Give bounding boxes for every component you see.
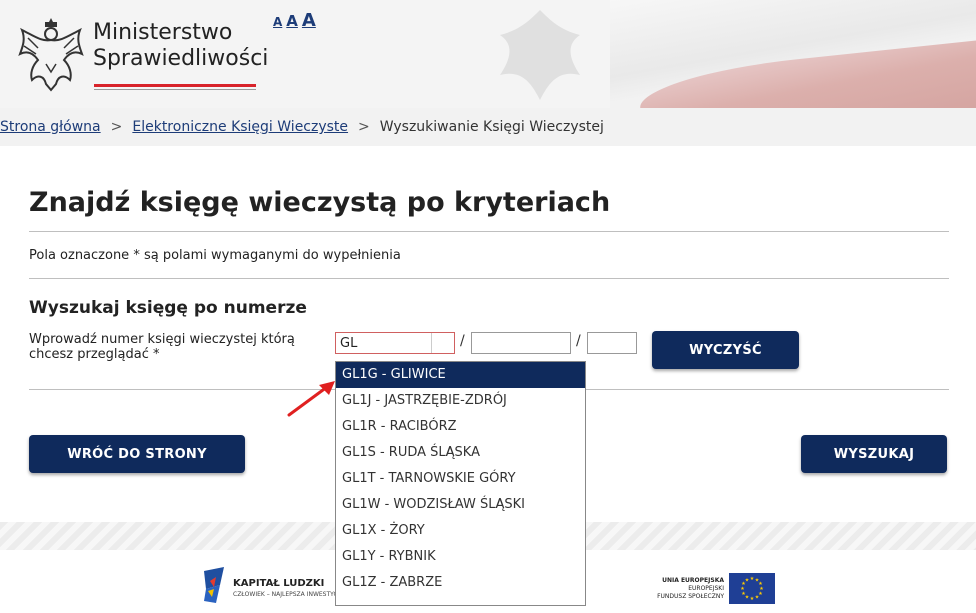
breadcrumb: Strona główna > Elektroniczne Księgi Wiecz… bbox=[0, 108, 976, 146]
annotation-arrow-icon bbox=[287, 381, 335, 417]
eu-text: UNIA EUROPEJSKA EUROPEJSKI FUNDUSZ SPOŁE… bbox=[646, 577, 724, 601]
list-item[interactable]: GL1S - RUDA ŚLĄSKA bbox=[336, 440, 585, 466]
book-number-input[interactable] bbox=[471, 332, 571, 354]
breadcrumb-separator-icon: > bbox=[110, 119, 123, 135]
list-item[interactable]: GL1J - JASTRZĘBIE-ZDRÓJ bbox=[336, 388, 585, 414]
list-item[interactable]: GL1T - TARNOWSKIE GÓRY bbox=[336, 466, 585, 492]
polish-eagle-icon[interactable] bbox=[16, 14, 86, 92]
court-autocomplete-list[interactable]: GL1G - GLIWICE GL1J - JASTRZĘBIE-ZDRÓJ G… bbox=[335, 361, 586, 606]
clear-button[interactable]: WYCZYŚĆ bbox=[652, 331, 799, 369]
court-code-value: GL bbox=[340, 336, 358, 351]
book-number-label: Wprowadź numer księgi wieczystej którą c… bbox=[29, 332, 295, 362]
kapital-ludzki-logo-icon bbox=[204, 567, 224, 603]
ministry-red-line bbox=[94, 84, 256, 87]
list-item[interactable]: GL1X - ŻORY bbox=[336, 518, 585, 544]
back-to-home-button[interactable]: WRÓĆ DO STRONY GŁÓWNEJ bbox=[29, 435, 245, 500]
breadcrumb-separator-icon: > bbox=[358, 119, 370, 135]
check-digit-input[interactable] bbox=[587, 332, 637, 354]
svg-text:★: ★ bbox=[745, 578, 750, 584]
court-code-input[interactable]: GL bbox=[335, 332, 455, 354]
font-size-small-link[interactable]: A bbox=[273, 15, 282, 29]
list-item[interactable]: GL1W - WODZISŁAW ŚLĄSKI bbox=[336, 492, 585, 518]
ministry-name-line2: Sprawiedliwości bbox=[93, 46, 269, 71]
input-separator bbox=[431, 333, 432, 353]
eu-line2: EUROPEJSKI bbox=[688, 585, 724, 592]
list-item[interactable]: GL1Y - RYBNIK bbox=[336, 544, 585, 570]
list-item[interactable]: GL1G - GLIWICE bbox=[336, 362, 585, 388]
eagle-watermark-icon bbox=[500, 10, 580, 100]
page-title: Znajdź księgę wieczystą po kryteriach bbox=[29, 187, 611, 218]
ministry-name-line1: Ministerstwo bbox=[93, 20, 233, 45]
kapital-ludzki-subtitle: CZŁOWIEK – NAJLEPSZA INWESTYCJA bbox=[233, 591, 344, 598]
breadcrumb-ekw-link[interactable]: Elektroniczne Księgi Wieczyste bbox=[132, 119, 348, 135]
font-size-medium-link[interactable]: A bbox=[286, 12, 298, 30]
font-size-large-link[interactable]: A bbox=[302, 10, 316, 31]
ministry-name[interactable]: Ministerstwo Sprawiedliwości bbox=[93, 20, 268, 72]
breadcrumb-home-link[interactable]: Strona główna bbox=[0, 119, 101, 135]
svg-text:★: ★ bbox=[750, 596, 755, 602]
eu-line3: FUNDUSZ SPOŁECZNY bbox=[657, 593, 724, 600]
search-book-button[interactable]: WYSZUKAJ KSIĘGĘ bbox=[801, 435, 947, 500]
eu-line1: UNIA EUROPEJSKA bbox=[662, 577, 724, 584]
slash-separator: / bbox=[576, 333, 581, 349]
eu-flag-icon: ★ ★★ ★★★ ★★★ ★★★ bbox=[729, 573, 775, 604]
list-item[interactable]: GL1R - RACIBÓRZ bbox=[336, 414, 585, 440]
section-title: Wyszukaj księgę po numerze bbox=[29, 298, 307, 318]
list-item[interactable]: GL1Z - ZABRZE bbox=[336, 570, 585, 596]
kapital-ludzki-title: KAPITAŁ LUDZKI bbox=[233, 578, 325, 589]
ministry-gray-line bbox=[94, 89, 256, 90]
slash-separator: / bbox=[460, 333, 465, 349]
required-fields-note: Pola oznaczone * są polami wymaganymi do… bbox=[29, 248, 401, 263]
divider bbox=[29, 231, 949, 232]
divider bbox=[29, 278, 949, 279]
page-header: Ministerstwo Sprawiedliwości AAA bbox=[0, 0, 976, 108]
font-size-controls: AAA bbox=[273, 10, 320, 31]
svg-text:★: ★ bbox=[755, 595, 760, 601]
breadcrumb-current: Wyszukiwanie Księgi Wieczystej bbox=[379, 119, 604, 135]
